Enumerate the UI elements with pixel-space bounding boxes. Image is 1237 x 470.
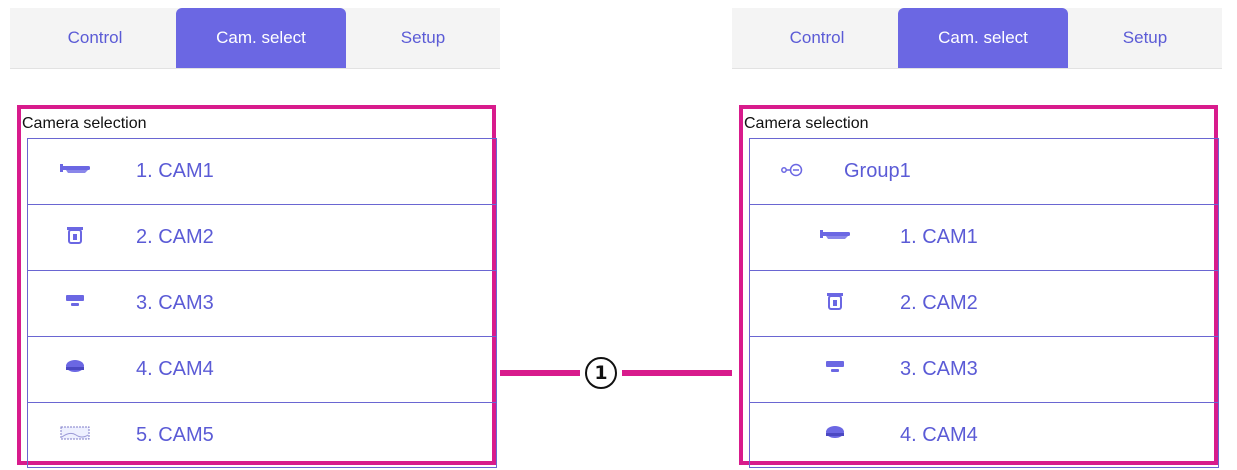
ptz-camera-icon bbox=[67, 227, 83, 244]
tab-control[interactable]: Control bbox=[732, 8, 902, 68]
dome-camera-icon bbox=[826, 361, 844, 372]
camera-label: 5. CAM5 bbox=[136, 423, 214, 446]
callout-number: 1 bbox=[585, 357, 617, 389]
camera-list: 1. CAM1 2. CAM2 3. CAM3 4. CAM4 5. CAM5 bbox=[27, 138, 497, 468]
ptz-camera-icon bbox=[827, 293, 843, 310]
camera-label: 2. CAM2 bbox=[136, 226, 214, 248]
tab-bar: Control Cam. select Setup bbox=[732, 8, 1222, 69]
tab-bar: Control Cam. select Setup bbox=[10, 8, 500, 69]
box-camera-icon bbox=[60, 164, 90, 173]
camera-item-cam3[interactable]: 3. CAM3 bbox=[28, 270, 496, 336]
tab-cam-select[interactable]: Cam. select bbox=[176, 8, 346, 68]
group-item-group1[interactable]: Group1 bbox=[750, 138, 1218, 204]
camera-label: 3. CAM3 bbox=[136, 292, 214, 314]
camera-item-cam1[interactable]: 1. CAM1 bbox=[750, 204, 1218, 270]
camera-selection-label: Camera selection bbox=[22, 115, 147, 132]
tab-cam-select[interactable]: Cam. select bbox=[898, 8, 1068, 68]
group-collapse-icon bbox=[781, 163, 803, 177]
camera-label: 2. CAM2 bbox=[900, 292, 978, 314]
tab-control[interactable]: Control bbox=[10, 8, 180, 68]
fixed-dome-camera-icon bbox=[66, 360, 84, 372]
fixed-dome-camera-icon bbox=[826, 426, 844, 438]
right-panel: Control Cam. select Setup Camera selecti… bbox=[732, 8, 1222, 470]
camera-label: 1. CAM1 bbox=[900, 226, 978, 248]
camera-item-cam4[interactable]: 4. CAM4 bbox=[750, 402, 1218, 468]
camera-label: 4. CAM4 bbox=[136, 358, 214, 380]
camera-list: Group1 1. CAM1 2. CAM2 3. CAM3 4. CAM4 bbox=[749, 138, 1219, 468]
camera-item-cam3[interactable]: 3. CAM3 bbox=[750, 336, 1218, 402]
camera-item-cam2[interactable]: 2. CAM2 bbox=[28, 204, 496, 270]
camera-label: 1. CAM1 bbox=[136, 160, 214, 182]
group-label: Group1 bbox=[844, 160, 911, 182]
connector-line-left bbox=[500, 370, 580, 376]
camera-item-cam2[interactable]: 2. CAM2 bbox=[750, 270, 1218, 336]
box-camera-icon bbox=[820, 230, 850, 239]
camera-item-cam5[interactable]: 5. CAM5 bbox=[28, 402, 496, 468]
tab-setup[interactable]: Setup bbox=[1068, 8, 1222, 68]
connector-line-right bbox=[622, 370, 732, 376]
camera-label: 3. CAM3 bbox=[900, 358, 978, 380]
camera-item-cam4[interactable]: 4. CAM4 bbox=[28, 336, 496, 402]
camera-selection-label: Camera selection bbox=[744, 115, 869, 132]
left-panel: Control Cam. select Setup Camera selecti… bbox=[10, 8, 500, 470]
camera-label: 4. CAM4 bbox=[900, 423, 978, 446]
tab-setup[interactable]: Setup bbox=[346, 8, 500, 68]
panoramic-camera-icon bbox=[60, 426, 90, 440]
dome-camera-icon bbox=[66, 295, 84, 306]
camera-item-cam1[interactable]: 1. CAM1 bbox=[28, 138, 496, 204]
